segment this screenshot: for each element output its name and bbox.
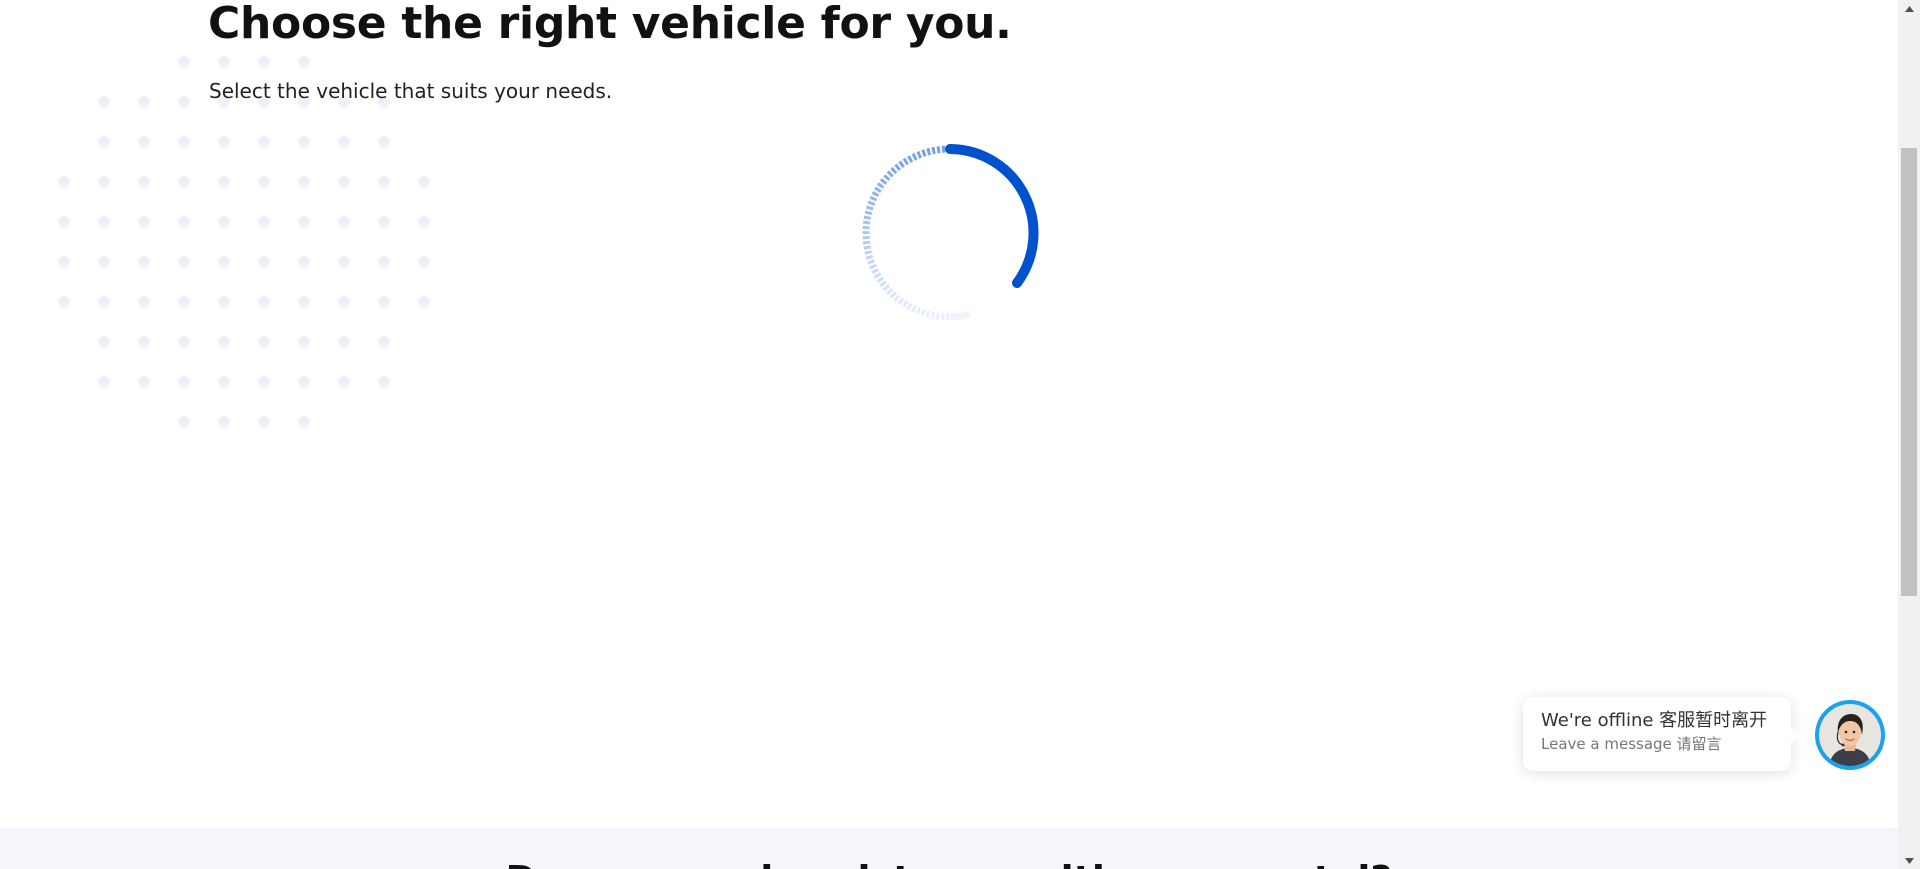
assistance-heading: Do you need assistance with your rental? — [0, 858, 1898, 869]
decorative-dot — [218, 256, 230, 268]
decorative-dot — [258, 416, 270, 428]
decorative-dot — [338, 216, 350, 228]
decorative-dot — [58, 256, 70, 268]
decorative-dot — [218, 136, 230, 148]
decorative-dot — [378, 216, 390, 228]
decorative-dot — [338, 296, 350, 308]
decorative-dot — [298, 56, 310, 68]
decorative-dot — [378, 136, 390, 148]
decorative-dot — [298, 336, 310, 348]
decorative-dot — [338, 336, 350, 348]
decorative-dot — [98, 216, 110, 228]
decorative-dot — [218, 416, 230, 428]
decorative-dot — [218, 176, 230, 188]
decorative-dot — [258, 256, 270, 268]
decorative-dot — [178, 256, 190, 268]
chat-status-text: We're offline 客服暂时离开 — [1541, 710, 1768, 731]
decorative-dot — [58, 216, 70, 228]
decorative-dot — [138, 336, 150, 348]
scrollbar-thumb[interactable] — [1901, 148, 1917, 596]
page-title: Choose the right vehicle for you. — [208, 0, 1012, 49]
decorative-dot — [138, 296, 150, 308]
decorative-dot — [218, 296, 230, 308]
decorative-dot — [378, 376, 390, 388]
decorative-dot — [178, 136, 190, 148]
decorative-dot — [98, 296, 110, 308]
decorative-dot — [258, 296, 270, 308]
chat-launcher-button[interactable] — [1815, 700, 1885, 770]
decorative-dot — [178, 56, 190, 68]
decorative-dot — [178, 376, 190, 388]
decorative-dot — [98, 336, 110, 348]
decorative-dot — [178, 416, 190, 428]
decorative-dot — [138, 176, 150, 188]
decorative-dot — [418, 256, 430, 268]
decorative-dot — [138, 96, 150, 108]
decorative-dot — [298, 176, 310, 188]
decorative-dot — [378, 256, 390, 268]
decorative-dot — [98, 256, 110, 268]
decorative-dot — [258, 216, 270, 228]
decorative-dot — [258, 176, 270, 188]
chat-offline-bubble[interactable]: We're offline 客服暂时离开 Leave a message 请留言 — [1523, 697, 1799, 771]
decorative-dot — [178, 296, 190, 308]
decorative-dot — [258, 336, 270, 348]
page: Choose the right vehicle for you. Select… — [0, 0, 1898, 869]
decorative-dot-pattern — [58, 56, 448, 446]
decorative-dot — [218, 56, 230, 68]
decorative-dot — [98, 176, 110, 188]
decorative-dot — [418, 296, 430, 308]
decorative-dot — [298, 296, 310, 308]
decorative-dot — [58, 296, 70, 308]
decorative-dot — [178, 336, 190, 348]
decorative-dot — [338, 256, 350, 268]
decorative-dot — [338, 376, 350, 388]
decorative-dot — [378, 336, 390, 348]
decorative-dot — [178, 216, 190, 228]
decorative-dot — [298, 416, 310, 428]
decorative-dot — [178, 176, 190, 188]
decorative-dot — [138, 136, 150, 148]
decorative-dot — [178, 96, 190, 108]
decorative-dot — [218, 336, 230, 348]
decorative-dot — [218, 216, 230, 228]
decorative-dot — [298, 376, 310, 388]
decorative-dot — [138, 216, 150, 228]
decorative-dot — [378, 296, 390, 308]
decorative-dot — [58, 176, 70, 188]
decorative-dot — [378, 176, 390, 188]
decorative-dot — [258, 136, 270, 148]
decorative-dot — [258, 376, 270, 388]
decorative-dot — [298, 216, 310, 228]
support-agent-avatar-icon — [1819, 704, 1881, 766]
decorative-dot — [98, 136, 110, 148]
decorative-dot — [218, 376, 230, 388]
decorative-dot — [338, 176, 350, 188]
decorative-dot — [298, 136, 310, 148]
decorative-dot — [138, 256, 150, 268]
scroll-up-arrow-icon[interactable] — [1898, 0, 1920, 17]
page-subtitle: Select the vehicle that suits your needs… — [209, 79, 613, 103]
decorative-dot — [98, 96, 110, 108]
loading-spinner-icon — [860, 143, 1040, 323]
decorative-dot — [298, 256, 310, 268]
chat-leave-message-link[interactable]: Leave a message 请留言 — [1541, 734, 1773, 754]
decorative-dot — [418, 216, 430, 228]
decorative-dot — [338, 136, 350, 148]
decorative-dot — [138, 376, 150, 388]
decorative-dot — [418, 176, 430, 188]
scroll-down-arrow-icon[interactable] — [1898, 852, 1920, 869]
decorative-dot — [98, 376, 110, 388]
assistance-section: Do you need assistance with your rental? — [0, 828, 1898, 869]
decorative-dot — [258, 56, 270, 68]
vertical-scrollbar[interactable] — [1898, 0, 1920, 869]
